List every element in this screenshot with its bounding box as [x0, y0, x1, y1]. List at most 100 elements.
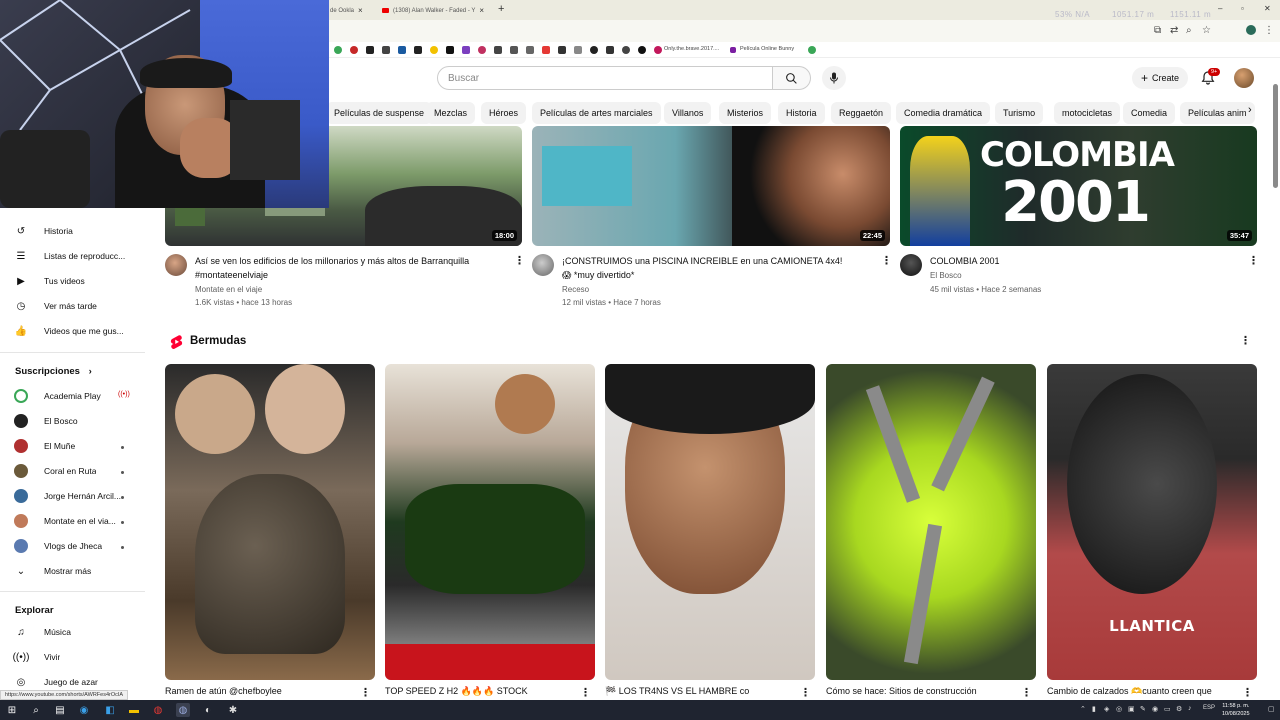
sidebar-item-live[interactable]: ((•)) Vivir	[13, 647, 61, 667]
bookmark-icon[interactable]	[654, 46, 662, 54]
video-channel[interactable]: Receso	[562, 285, 589, 294]
more-options-icon[interactable]: ⋮	[800, 686, 811, 699]
sidebar-item-watch-later[interactable]: ◷ Ver más tarde	[14, 296, 97, 316]
bookmark-icon[interactable]	[542, 46, 550, 54]
browser-tab[interactable]: de Ookla ×	[330, 3, 370, 18]
short-title[interactable]: Cómo se hace: Sitios de construcción	[826, 686, 1016, 696]
bookmark-icon[interactable]	[574, 46, 582, 54]
bookmark-icon[interactable]	[430, 46, 438, 54]
account-avatar[interactable]	[1234, 68, 1254, 88]
bookmark-icon[interactable]	[478, 46, 486, 54]
chip[interactable]: motocicletas	[1054, 102, 1121, 124]
short-thumbnail[interactable]	[165, 364, 375, 680]
bookmark-icon[interactable]	[622, 46, 630, 54]
chip[interactable]: Historia	[778, 102, 825, 124]
bookmark-icon[interactable]	[526, 46, 534, 54]
bookmark-star-icon[interactable]: ☆	[1202, 25, 1211, 36]
menu-dots-icon[interactable]: ⋮	[1264, 25, 1274, 36]
sidebar-sub-el-mune[interactable]: El Muñe	[14, 436, 75, 456]
bookmark-icon[interactable]	[398, 46, 406, 54]
close-icon[interactable]: ×	[358, 6, 363, 15]
more-options-icon[interactable]: ⋮	[1248, 254, 1259, 267]
language-indicator[interactable]: ESP	[1203, 705, 1215, 711]
short-thumbnail[interactable]	[826, 364, 1036, 680]
sidebar-sub-vlogs-jheca[interactable]: Vlogs de Jheca	[14, 536, 102, 556]
more-options-icon[interactable]: ⋮	[1242, 686, 1253, 699]
system-clock[interactable]: 11:58 p. m. 10/08/2025	[1222, 702, 1250, 718]
store-icon[interactable]: ◧	[103, 703, 117, 717]
sidebar-sub-el-bosco[interactable]: El Bosco	[14, 411, 78, 431]
chip[interactable]: Héroes	[481, 102, 527, 124]
chip[interactable]: Películas de artes marciales	[532, 102, 661, 124]
chip[interactable]: Películas anim	[1180, 102, 1255, 124]
volume-icon[interactable]: ♪	[1188, 705, 1192, 712]
tray-icon[interactable]: ▮	[1092, 705, 1096, 713]
chip[interactable]: Mezclas	[426, 102, 476, 124]
chip[interactable]: Comedia	[1123, 102, 1176, 124]
search-button[interactable]	[773, 66, 811, 90]
video-title[interactable]: COLOMBIA 2001	[930, 254, 1230, 268]
settings-gear-icon[interactable]: ✱	[226, 703, 240, 717]
chip[interactable]: Reggaetón	[831, 102, 892, 124]
sidebar-sub-coral-en-ruta[interactable]: Coral en Ruta	[14, 461, 96, 481]
browser-tab-active[interactable]: (1308) Alan Walker - Faded - Y ×	[382, 3, 492, 18]
tray-icon[interactable]: ◎	[1116, 705, 1122, 713]
chevron-up-icon[interactable]: ⌃	[1080, 705, 1086, 713]
short-thumbnail[interactable]: LLANTICA	[1047, 364, 1257, 680]
tray-icon[interactable]: ◈	[1104, 705, 1109, 713]
install-icon[interactable]: ⧉	[1154, 25, 1161, 36]
page-scrollbar-thumb[interactable]	[1273, 84, 1278, 188]
sidebar-item-liked-videos[interactable]: 👍 Videos que me gus...	[14, 321, 124, 341]
short-title[interactable]: TOP SPEED Z H2 🔥🔥🔥 STOCK	[385, 686, 575, 697]
sidebar-item-gaming[interactable]: ◎ Juego de azar	[14, 672, 98, 692]
bookmark-icon[interactable]	[606, 46, 614, 54]
video-title[interactable]: ¡CONSTRUIMOS una PISCINA INCREIBLE en un…	[562, 254, 877, 282]
search-icon[interactable]: ⌕	[29, 703, 43, 717]
close-window-icon[interactable]: ✕	[1264, 4, 1271, 13]
chip[interactable]: Comedia dramática	[896, 102, 991, 124]
channel-avatar[interactable]	[900, 254, 922, 276]
bookmark-icon[interactable]	[334, 46, 342, 54]
search-input[interactable]: Buscar	[437, 66, 773, 90]
obs-icon[interactable]: ◐	[201, 703, 215, 717]
bookmark-label[interactable]: Only.the.brave.2017....	[664, 46, 719, 52]
sidebar-item-music[interactable]: ♫ Música	[14, 622, 71, 642]
chip[interactable]: Misterios	[719, 102, 772, 124]
more-options-icon[interactable]: ⋮	[580, 686, 591, 699]
bookmark-icon[interactable]	[350, 46, 358, 54]
file-explorer-icon[interactable]: ▬	[127, 703, 141, 717]
more-options-icon[interactable]: ⋮	[1240, 334, 1251, 347]
short-title[interactable]: Ramen de atún @chefboylee	[165, 686, 355, 696]
chip[interactable]: Películas de suspense	[326, 102, 433, 124]
channel-avatar[interactable]	[532, 254, 554, 276]
tray-icon[interactable]: ▣	[1128, 705, 1135, 713]
bookmark-label[interactable]: Película Online Bunny	[740, 46, 794, 52]
profile-icon[interactable]	[1246, 25, 1256, 35]
bookmark-icon[interactable]	[510, 46, 518, 54]
sidebar-item-history[interactable]: ↺ Historia	[14, 221, 73, 241]
show-more-button[interactable]: ⌄ Mostrar más	[14, 561, 91, 581]
minimize-icon[interactable]: –	[1218, 4, 1222, 13]
bookmark-icon[interactable]	[494, 46, 502, 54]
bookmark-icon[interactable]	[446, 46, 454, 54]
video-title[interactable]: Así se ven los edificios de los millonar…	[195, 254, 510, 282]
bookmark-icon[interactable]	[638, 46, 646, 54]
video-thumbnail[interactable]: COLOMBIA 2001 35:47	[900, 126, 1257, 246]
edge-icon[interactable]: ◉	[77, 703, 91, 717]
bookmark-icon[interactable]	[382, 46, 390, 54]
tray-icon[interactable]: ✎	[1140, 705, 1146, 713]
zoom-icon[interactable]: ⌕	[1186, 25, 1192, 36]
tray-icon[interactable]: ⚙	[1176, 705, 1182, 713]
sidebar-item-playlists[interactable]: ☰ Listas de reproducc...	[14, 246, 126, 266]
short-thumbnail[interactable]	[385, 364, 595, 680]
chip[interactable]: Villanos	[664, 102, 712, 124]
sidebar-sub-academia-play[interactable]: Academia Play	[14, 386, 101, 406]
bookmark-icon[interactable]	[462, 46, 470, 54]
video-channel[interactable]: Montate en el viaje	[195, 285, 262, 294]
chrome-active-icon[interactable]: ◍	[176, 703, 190, 717]
short-title[interactable]: 🏁 LOS TR4NS VS EL HAMBRE co	[605, 686, 795, 697]
tray-icon[interactable]: ◉	[1152, 705, 1158, 713]
bookmark-icon[interactable]	[590, 46, 598, 54]
more-options-icon[interactable]: ⋮	[881, 254, 892, 267]
windows-start-icon[interactable]: ⊞	[5, 703, 19, 717]
